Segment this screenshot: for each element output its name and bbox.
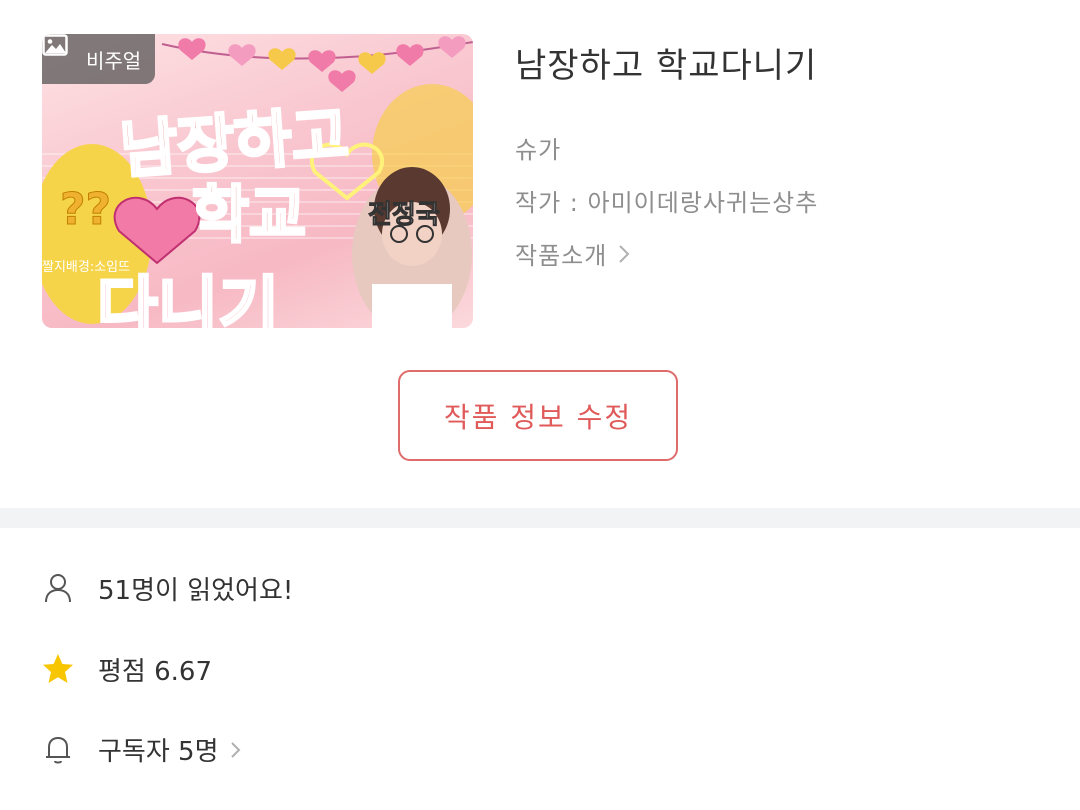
image-icon xyxy=(42,34,80,70)
chevron-right-icon xyxy=(229,738,242,760)
edit-work-info-button[interactable]: 작품 정보 수정 xyxy=(398,370,678,461)
cover-name-tag: 전정국 xyxy=(368,200,441,231)
work-title: 남장하고 학교다니기 xyxy=(515,46,818,86)
work-detail-page: 남장하고 학교 다니기 ?? 전정국 짤지배경:소임뜨 w.상추자기 비주얼 남… xyxy=(0,0,1080,810)
visual-badge-label: 비주얼 xyxy=(86,48,142,73)
cover-title-line-2: 학교 xyxy=(190,177,307,253)
readers-count-text: 51명이 읽었어요! xyxy=(98,575,294,606)
visual-badge: 비주얼 xyxy=(42,34,156,84)
rating-row: 평점 6.67 xyxy=(40,649,212,689)
work-intro-label: 작품소개 xyxy=(515,242,608,270)
readers-count-row: 51명이 읽었어요! xyxy=(40,568,293,608)
bell-icon xyxy=(40,731,76,767)
subscribers-text: 구독자 5명 xyxy=(98,736,219,767)
chevron-right-icon xyxy=(617,242,631,266)
cover-image[interactable]: 남장하고 학교 다니기 ?? 전정국 짤지배경:소임뜨 w.상추자기 비주얼 xyxy=(42,34,473,328)
work-intro-link[interactable]: 작품소개 xyxy=(515,236,631,271)
person-icon xyxy=(40,570,76,606)
work-author[interactable]: 작가 : 아미이데랑사귀는상추 xyxy=(515,183,818,218)
cover-question-marks: ?? xyxy=(59,184,112,236)
section-divider xyxy=(0,508,1080,528)
cover-caption-left: 짤지배경:소임뜨 xyxy=(42,260,131,275)
star-icon xyxy=(40,651,76,687)
subscribers-row[interactable]: 구독자 5명 xyxy=(40,729,242,769)
rating-text: 평점 6.67 xyxy=(98,656,212,687)
cover-caption-right: w.상추자기 xyxy=(372,293,439,309)
work-genre: 슈가 xyxy=(515,136,562,164)
